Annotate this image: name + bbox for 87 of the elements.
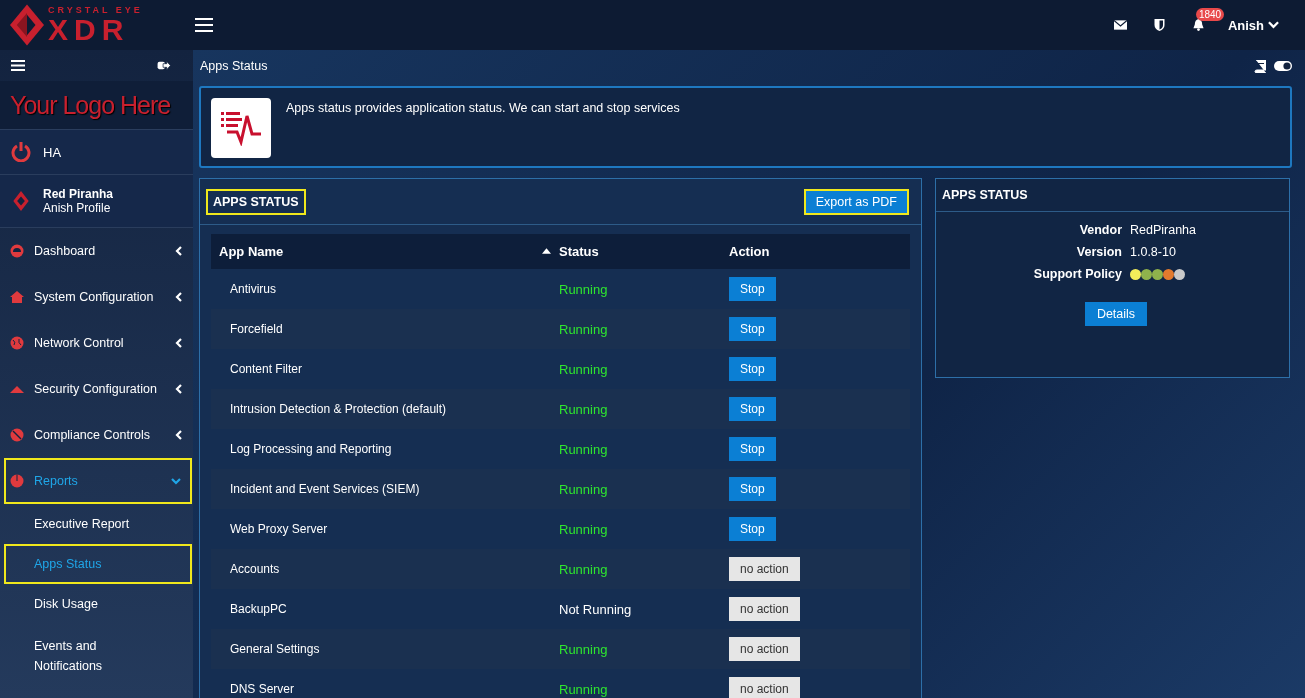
table-cell: Log Processing and Reporting bbox=[211, 429, 559, 469]
nav-subitem[interactable]: Executive Report bbox=[0, 504, 193, 544]
table-cell: Antivirus bbox=[211, 269, 559, 309]
profile-company: Red Piranha bbox=[43, 187, 114, 201]
table-cell: DNS Server bbox=[211, 669, 559, 698]
nav-item[interactable]: Security Configuration bbox=[0, 366, 193, 412]
no-action-button[interactable]: no action bbox=[729, 637, 800, 661]
column-header[interactable]: Action bbox=[729, 234, 910, 269]
nav-item[interactable]: Network Control bbox=[0, 320, 193, 366]
menu-icon[interactable] bbox=[11, 60, 25, 71]
nav-subitem[interactable]: Events and Notifications bbox=[0, 624, 193, 676]
status-cell: Running bbox=[559, 269, 729, 309]
status-cell: Running bbox=[559, 469, 729, 509]
status-cell: Running bbox=[559, 309, 729, 349]
home-icon bbox=[10, 290, 24, 304]
power-icon[interactable] bbox=[11, 142, 31, 162]
chevron-left-icon bbox=[174, 246, 184, 256]
logo-icon bbox=[11, 191, 31, 211]
stop-button[interactable]: Stop bbox=[729, 317, 776, 341]
table-cell: Forcefield bbox=[211, 309, 559, 349]
stop-button[interactable]: Stop bbox=[729, 277, 776, 301]
status-cell: Running bbox=[559, 629, 729, 669]
column-header[interactable]: App Name bbox=[211, 234, 559, 269]
chevron-left-icon bbox=[174, 338, 184, 348]
gauge-icon bbox=[10, 244, 24, 258]
nav-subitem[interactable]: Disk Usage bbox=[0, 584, 193, 624]
stop-button[interactable]: Stop bbox=[729, 477, 776, 501]
stop-button[interactable]: Stop bbox=[729, 437, 776, 461]
status-cell: Running bbox=[559, 509, 729, 549]
brand-tagline: CRYSTAL EYE bbox=[48, 5, 143, 15]
toggle-icon[interactable] bbox=[1274, 61, 1292, 71]
profile-name: Anish Profile bbox=[43, 201, 112, 215]
status-cell: Running bbox=[559, 549, 729, 589]
table-cell: Web Proxy Server bbox=[211, 509, 559, 549]
no-action-button[interactable]: no action bbox=[729, 677, 800, 698]
no-action-button[interactable]: no action bbox=[729, 597, 800, 621]
menu-icon[interactable] bbox=[195, 18, 213, 32]
table-cell: BackupPC bbox=[211, 589, 559, 629]
info-text: Apps status provides application status. We can start and stop services bbox=[286, 101, 680, 115]
field-value: 1.0.8-10 bbox=[1130, 245, 1177, 259]
export-pdf-button[interactable]: Export as PDF bbox=[803, 188, 909, 215]
nav-subitem[interactable]: Apps Status bbox=[4, 544, 192, 584]
sort-ascending-icon[interactable] bbox=[542, 248, 551, 254]
logo-icon bbox=[10, 3, 44, 47]
ha-link[interactable]: HA bbox=[43, 144, 62, 160]
breadcrumb: Apps Status bbox=[200, 59, 268, 73]
shield-icon[interactable] bbox=[1152, 19, 1166, 31]
chevron-left-icon bbox=[174, 384, 184, 394]
notification-badge: 1840 bbox=[1195, 8, 1225, 21]
status-cell: Running bbox=[559, 669, 729, 698]
brand-name: XDR bbox=[48, 14, 130, 45]
table-cell: Intrusion Detection & Protection (default) bbox=[211, 389, 559, 429]
stop-button[interactable]: Stop bbox=[729, 397, 776, 421]
table-cell: Accounts bbox=[211, 549, 559, 589]
details-button[interactable]: Details bbox=[1084, 302, 1148, 326]
chevron-left-icon bbox=[174, 292, 184, 302]
column-header[interactable]: Status bbox=[559, 234, 729, 269]
table-cell: Incident and Event Services (SIEM) bbox=[211, 469, 559, 509]
chevron-down-icon bbox=[171, 476, 181, 486]
field-value: RedPiranha bbox=[1130, 223, 1197, 237]
no-action-button[interactable]: no action bbox=[729, 557, 800, 581]
custom-logo-text: Your Logo Here bbox=[10, 90, 171, 120]
nav-item[interactable]: Dashboard bbox=[0, 228, 193, 274]
status-cell: Running bbox=[559, 429, 729, 469]
field-label: Support Policy bbox=[1032, 267, 1122, 281]
panel-title: APPS STATUS bbox=[206, 188, 306, 215]
status-cell: Running bbox=[559, 389, 729, 429]
stop-button[interactable]: Stop bbox=[729, 357, 776, 381]
panel-title: APPS STATUS bbox=[942, 188, 1028, 202]
field-label: Version bbox=[1075, 245, 1122, 259]
sign-out-icon[interactable] bbox=[157, 60, 171, 71]
nav-item[interactable]: Compliance Controls bbox=[0, 412, 193, 458]
nav-item[interactable]: System Configuration bbox=[0, 274, 193, 320]
chevron-down-icon[interactable] bbox=[1268, 21, 1279, 29]
bell-icon[interactable] bbox=[1191, 19, 1205, 31]
status-cell: Running bbox=[559, 349, 729, 389]
field-label: Vendor bbox=[1078, 223, 1122, 237]
status-cell: Not Running bbox=[559, 589, 729, 629]
stop-button[interactable]: Stop bbox=[729, 517, 776, 541]
activity-list-icon bbox=[221, 110, 261, 146]
chevron-left-icon bbox=[174, 430, 184, 440]
user-menu[interactable]: Anish bbox=[1227, 17, 1279, 33]
mail-icon[interactable] bbox=[1113, 19, 1127, 31]
ban-icon bbox=[10, 428, 24, 442]
nav-item[interactable]: Reports bbox=[4, 458, 192, 504]
table-cell: Content Filter bbox=[211, 349, 559, 389]
table-cell: General Settings bbox=[211, 629, 559, 669]
